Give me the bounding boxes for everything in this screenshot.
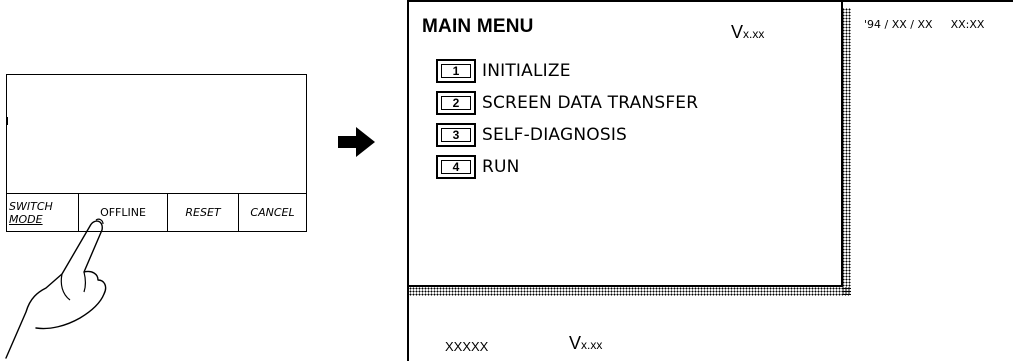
window-shadow-horizontal	[409, 287, 851, 296]
footer-version-prefix: V	[569, 333, 582, 353]
reset-key[interactable]: RESET	[168, 194, 239, 231]
footer-version: Vx.xx	[569, 333, 602, 354]
menu-item-number: 3	[452, 128, 460, 142]
menu-item-label: RUN	[482, 157, 520, 177]
menu-version-value: x.xx	[743, 27, 765, 41]
menu-item-number: 1	[452, 64, 460, 78]
reset-label: RESET	[185, 206, 221, 219]
menu-title: MAIN MENU	[422, 16, 534, 37]
footer-code: XXXXX	[445, 339, 489, 354]
menu-item-number-box[interactable]: 4	[436, 155, 476, 179]
menu-item-run[interactable]: 4 RUN	[436, 154, 698, 180]
menu-item-number-box[interactable]: 2	[436, 91, 476, 115]
menu-item-initialize[interactable]: 1 INITIALIZE	[436, 58, 698, 84]
menu-version-prefix: V	[731, 22, 744, 42]
pointing-hand-icon	[5, 218, 107, 359]
menu-item-screen-data-transfer[interactable]: 2 SCREEN DATA TRANSFER	[436, 90, 698, 116]
menu-item-label: INITIALIZE	[482, 61, 571, 81]
menu-item-label: SELF-DIAGNOSIS	[482, 125, 628, 145]
footer-version-value: x.xx	[581, 338, 603, 352]
main-menu-window: MAIN MENU Vx.xx 1 INITIALIZE 2 SCREEN DA…	[409, 2, 843, 287]
cancel-key[interactable]: CANCEL	[239, 194, 306, 231]
menu-version: Vx.xx	[731, 22, 764, 43]
main-screen: MAIN MENU Vx.xx 1 INITIALIZE 2 SCREEN DA…	[407, 0, 1013, 361]
menu-item-number: 2	[452, 96, 460, 110]
date-display: '94 / XX / XX	[864, 18, 933, 31]
date-time-display: '94 / XX / XX XX:XX	[864, 18, 984, 31]
menu-item-number: 4	[452, 160, 460, 174]
menu-item-self-diagnosis[interactable]: 3 SELF-DIAGNOSIS	[436, 122, 698, 148]
menu-item-number-box[interactable]: 1	[436, 59, 476, 83]
cancel-label: CANCEL	[250, 206, 295, 219]
window-shadow-vertical	[842, 8, 851, 295]
menu-item-number-box[interactable]: 3	[436, 123, 476, 147]
time-display: XX:XX	[950, 18, 985, 31]
menu-list: 1 INITIALIZE 2 SCREEN DATA TRANSFER 3 SE…	[436, 58, 698, 186]
menu-item-label: SCREEN DATA TRANSFER	[482, 93, 699, 113]
panel-notch	[6, 117, 8, 125]
right-arrow-icon	[338, 127, 375, 157]
